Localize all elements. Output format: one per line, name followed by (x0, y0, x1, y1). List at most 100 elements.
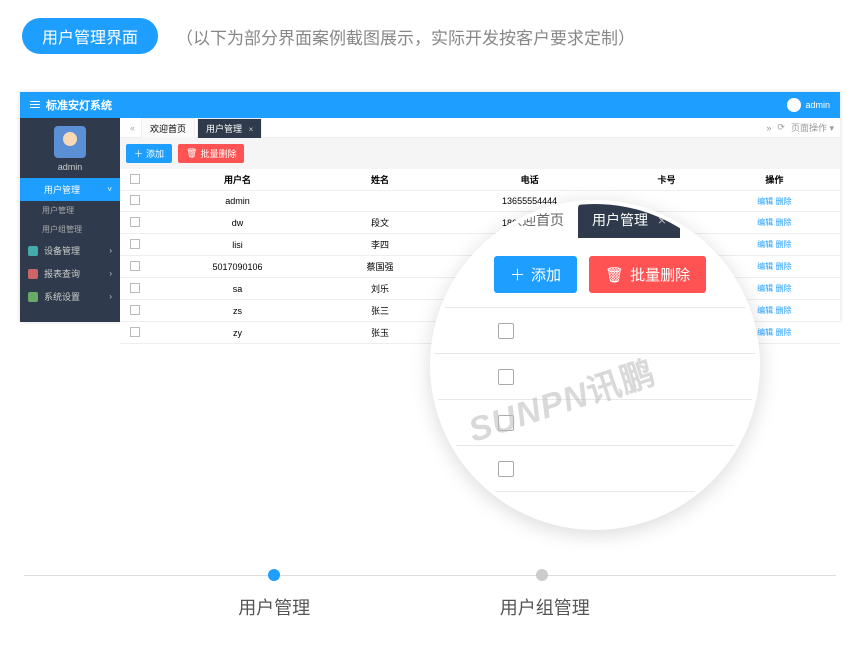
device-icon (28, 246, 38, 256)
mag-tab-label: 用户管理 (592, 212, 648, 228)
plus-icon: ＋ (134, 147, 143, 160)
add-button[interactable]: ＋ +添加 添加 (126, 144, 172, 163)
users-icon (28, 185, 38, 195)
cell-username: zy (150, 322, 325, 344)
cell-name (325, 191, 435, 212)
cell-name: 张三 (325, 300, 435, 322)
mag-tab-users[interactable]: 用户管理 × (578, 204, 680, 238)
row-checkbox[interactable] (498, 323, 514, 339)
section-badge: 用户管理界面 (22, 18, 158, 54)
delete-link[interactable]: 删除 (776, 218, 792, 227)
mag-add-label: 添加 (531, 264, 561, 285)
delete-link[interactable]: 删除 (776, 328, 792, 337)
tabs-collapse-icon[interactable]: « (126, 123, 139, 133)
row-checkbox[interactable] (498, 369, 514, 385)
mag-batch-delete-label: 批量删除 (630, 264, 690, 285)
col-username: 用户名 (150, 169, 325, 191)
sidebar-item-label: 用户管理 (44, 183, 80, 196)
sidebar-item-reports[interactable]: 报表查询 › (20, 262, 120, 285)
sidebar: admin 用户管理 ˅ 用户管理 用户组管理 设备管理 › 报表查询 › 系统 (20, 118, 120, 322)
cell-name: 李四 (325, 234, 435, 256)
sidebar-sub-usergroup[interactable]: 用户组管理 (20, 220, 120, 239)
settings-icon (28, 292, 38, 302)
cell-username: dw (150, 212, 325, 234)
sidebar-item-settings[interactable]: 系统设置 › (20, 285, 120, 308)
stepper: 用户管理 用户组管理 (20, 575, 840, 618)
row-checkbox[interactable] (130, 327, 140, 337)
cell-name: 张玉 (325, 322, 435, 344)
app-title: 标准安灯系统 (46, 97, 112, 113)
avatar-icon (787, 98, 801, 112)
edit-link[interactable]: 编辑 (757, 262, 773, 271)
tab-bar: « 欢迎首页 用户管理 × » ⟳ 页面操作 ▾ (120, 118, 840, 138)
cell-username: lisi (150, 234, 325, 256)
toolbar: ＋ +添加 添加 🗑 批量删除 (120, 138, 840, 169)
row-checkbox[interactable] (130, 261, 140, 271)
edit-link[interactable]: 编辑 (757, 197, 773, 206)
report-icon (28, 269, 38, 279)
app-header: 标准安灯系统 admin (20, 92, 840, 118)
row-checkbox[interactable] (498, 461, 514, 477)
delete-link[interactable]: 删除 (776, 284, 792, 293)
mag-rows (434, 307, 756, 492)
mag-batch-delete-button[interactable]: 🗑 批量删除 (589, 256, 706, 293)
sidebar-item-devices[interactable]: 设备管理 › (20, 239, 120, 262)
delete-link[interactable]: 删除 (776, 306, 792, 315)
batch-delete-button[interactable]: 🗑 批量删除 (178, 144, 244, 163)
chevron-right-icon: › (109, 269, 112, 278)
header-username: admin (805, 100, 830, 110)
close-icon[interactable]: × (658, 212, 666, 228)
sidebar-avatar (54, 126, 86, 158)
cell-username: 5017090106 (150, 256, 325, 278)
mag-tab-home[interactable]: 欢迎首页 (494, 204, 578, 238)
sidebar-item-users[interactable]: 用户管理 ˅ (20, 178, 120, 201)
tab-home[interactable]: 欢迎首页 (141, 118, 195, 138)
sidebar-item-label: 报表查询 (44, 267, 80, 280)
chevron-right-icon: › (109, 292, 112, 301)
edit-link[interactable]: 编辑 (757, 328, 773, 337)
cell-name: 蔡国强 (325, 256, 435, 278)
edit-link[interactable]: 编辑 (757, 218, 773, 227)
select-all-checkbox[interactable] (130, 174, 140, 184)
hamburger-icon[interactable] (30, 101, 40, 109)
page-ops-dropdown[interactable]: 页面操作 ▾ (791, 121, 834, 134)
row-checkbox[interactable] (130, 283, 140, 293)
col-name: 姓名 (325, 169, 435, 191)
sidebar-sub-user[interactable]: 用户管理 (20, 201, 120, 220)
row-checkbox[interactable] (130, 239, 140, 249)
cell-name: 段文 (325, 212, 435, 234)
mag-toolbar: ＋ 添加 🗑 批量删除 (434, 238, 756, 307)
row-checkbox[interactable] (130, 305, 140, 315)
magnifier-view: 欢迎首页 用户管理 × ＋ 添加 🗑 批量删除 SUNPN讯鹏 (430, 200, 760, 530)
sidebar-user-block: admin (20, 118, 120, 178)
col-phone: 电话 (435, 169, 624, 191)
stepper-track (24, 575, 836, 576)
header-user[interactable]: admin (787, 98, 830, 112)
edit-link[interactable]: 编辑 (757, 240, 773, 249)
sidebar-username: admin (20, 162, 120, 172)
col-card: 卡号 (624, 169, 709, 191)
mag-row (434, 308, 756, 354)
edit-link[interactable]: 编辑 (757, 284, 773, 293)
delete-link[interactable]: 删除 (776, 262, 792, 271)
step-label-1: 用户管理 (238, 594, 310, 620)
close-icon[interactable]: × (249, 125, 254, 134)
mag-add-button[interactable]: ＋ 添加 (494, 256, 577, 293)
delete-link[interactable]: 删除 (776, 240, 792, 249)
cell-username: admin (150, 191, 325, 212)
delete-link[interactable]: 删除 (776, 197, 792, 206)
mag-row (434, 354, 756, 400)
tab-users[interactable]: 用户管理 × (197, 118, 262, 138)
row-checkbox[interactable] (130, 217, 140, 227)
row-checkbox[interactable] (130, 195, 140, 205)
trash-icon: 🗑 (605, 266, 624, 284)
tab-label: 用户管理 (206, 124, 242, 134)
row-checkbox[interactable] (498, 415, 514, 431)
tabs-next-icon[interactable]: » (766, 123, 771, 133)
cell-name: 刘乐 (325, 278, 435, 300)
step-dot-1[interactable] (268, 569, 280, 581)
refresh-icon[interactable]: ⟳ (777, 122, 785, 133)
mag-row (434, 400, 756, 446)
step-dot-2[interactable] (536, 569, 548, 581)
edit-link[interactable]: 编辑 (757, 306, 773, 315)
